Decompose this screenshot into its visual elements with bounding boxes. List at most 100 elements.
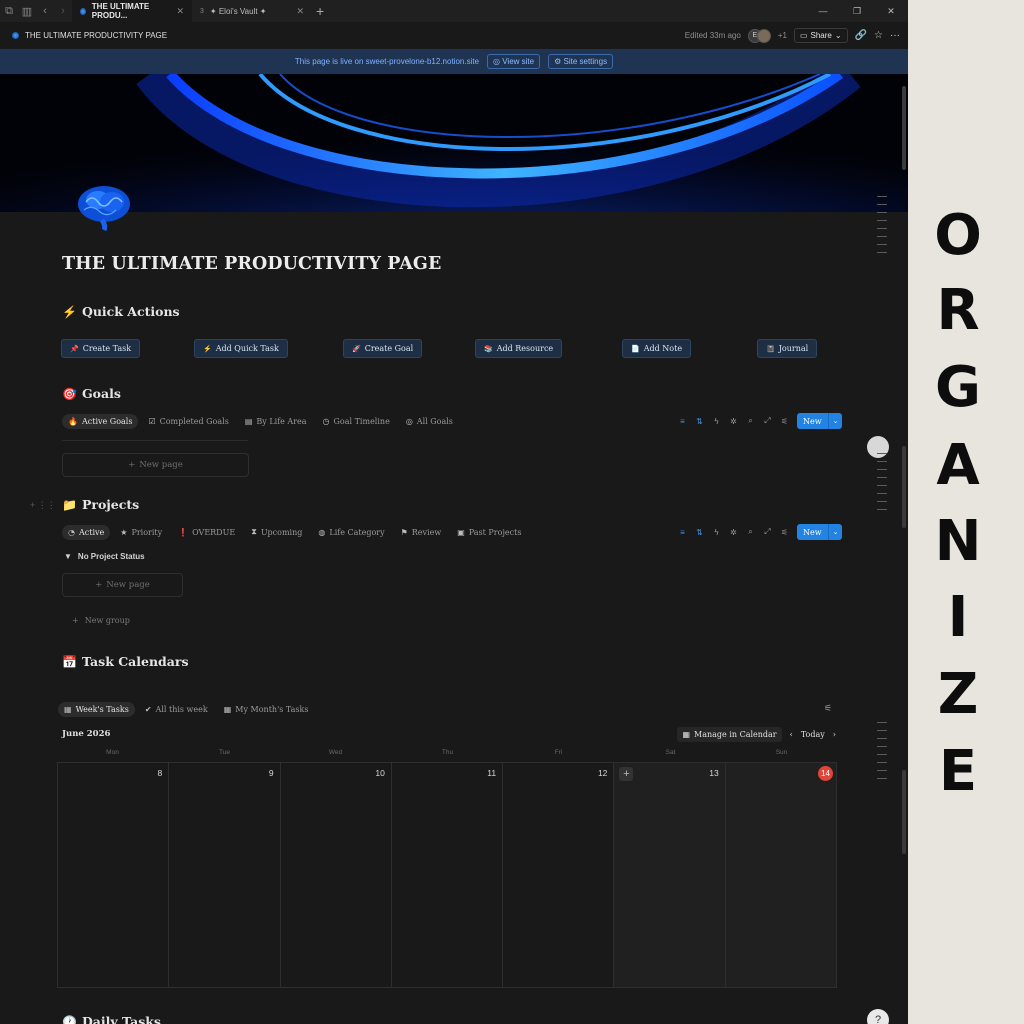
goals-heading[interactable]: 🎯 Goals bbox=[62, 386, 121, 401]
help-icon[interactable]: ? bbox=[867, 1009, 889, 1024]
close-tab-icon[interactable]: ✕ bbox=[296, 6, 304, 17]
ai-icon[interactable]: ✲ bbox=[729, 417, 738, 426]
calendar-day-cell[interactable]: 11 bbox=[392, 763, 504, 987]
collapse-triangle-icon[interactable]: ▼ bbox=[64, 552, 72, 561]
tab-completed-goals[interactable]: ☑ Completed Goals bbox=[142, 414, 234, 429]
daily-tasks-heading[interactable]: 🕐 Daily Tasks bbox=[62, 1014, 161, 1024]
filter-icon[interactable]: ≡ bbox=[678, 528, 687, 537]
manage-in-calendar-button[interactable]: ▦ Manage in Calendar bbox=[677, 726, 782, 742]
settings-icon[interactable]: ⚟ bbox=[780, 528, 789, 537]
projects-heading[interactable]: 📁 Projects bbox=[62, 497, 139, 512]
table-of-contents-marks[interactable] bbox=[877, 196, 887, 260]
expand-icon[interactable]: ⤢ bbox=[763, 527, 772, 537]
tab-review[interactable]: ⚑ Review bbox=[395, 525, 448, 540]
breadcrumb-title: THE ULTIMATE PRODUCTIVITY PAGE bbox=[25, 31, 168, 40]
quick-actions-heading[interactable]: ⚡ Quick Actions bbox=[62, 304, 180, 319]
search-icon[interactable]: ⌕ bbox=[746, 416, 755, 426]
site-settings-button[interactable]: ⚙ Site settings bbox=[548, 54, 614, 69]
tab-goal-timeline[interactable]: ◷ Goal Timeline bbox=[317, 414, 396, 429]
search-icon[interactable]: ⌕ bbox=[746, 527, 755, 537]
add-task-icon[interactable]: + bbox=[619, 767, 634, 781]
add-resource-button[interactable]: 📚 Add Resource bbox=[475, 339, 563, 358]
tab-active-goals[interactable]: 🔥 Active Goals bbox=[62, 413, 139, 429]
add-quick-task-button[interactable]: ⚡ Add Quick Task bbox=[194, 339, 288, 358]
table-of-contents-marks[interactable] bbox=[877, 722, 887, 786]
forward-icon[interactable]: › bbox=[54, 2, 72, 20]
automation-icon[interactable]: ϟ bbox=[712, 528, 721, 537]
new-page-label: New page bbox=[139, 460, 183, 470]
today-button[interactable]: Today bbox=[801, 730, 825, 739]
automation-icon[interactable]: ϟ bbox=[712, 417, 721, 426]
page-cover-image[interactable] bbox=[0, 74, 908, 212]
brain-icon[interactable] bbox=[76, 182, 132, 232]
filter-icon[interactable]: ≡ bbox=[678, 417, 687, 426]
tab-label: By Life Area bbox=[256, 416, 307, 426]
tab-life-category[interactable]: ◍ Life Category bbox=[312, 525, 390, 540]
settings-icon[interactable]: ⚟ bbox=[824, 703, 832, 714]
prev-week-icon[interactable]: ‹ bbox=[790, 730, 793, 739]
more-icon[interactable]: ··· bbox=[890, 30, 900, 41]
view-site-button[interactable]: ◎ View site bbox=[487, 54, 541, 69]
create-task-button[interactable]: 📌 Create Task bbox=[61, 339, 141, 358]
calendar-day-cell[interactable]: 12 bbox=[503, 763, 615, 987]
tab-weeks-tasks[interactable]: ▦ Week's Tasks bbox=[58, 701, 135, 717]
calendar-day-cell[interactable]: + 13 bbox=[614, 763, 726, 987]
day-number: 8 bbox=[157, 768, 163, 778]
new-project-button[interactable]: New ⌄ bbox=[797, 524, 843, 540]
tab-upcoming[interactable]: ⧗ Upcoming bbox=[245, 524, 308, 540]
page-title[interactable]: THE ULTIMATE PRODUCTIVITY PAGE bbox=[62, 254, 441, 274]
star-icon[interactable]: ☆ bbox=[874, 30, 883, 41]
table-of-contents-marks[interactable] bbox=[877, 453, 887, 517]
calendar-day-cell[interactable]: 8 bbox=[58, 763, 170, 987]
breadcrumb[interactable]: THE ULTIMATE PRODUCTIVITY PAGE bbox=[12, 31, 167, 40]
minimize-icon[interactable]: — bbox=[806, 0, 840, 22]
sort-icon[interactable]: ⇅ bbox=[695, 417, 704, 426]
new-group-button[interactable]: + New group bbox=[72, 616, 130, 625]
new-tab-icon[interactable]: + bbox=[316, 3, 324, 19]
drag-handle-icon[interactable]: + ⋮⋮ bbox=[30, 500, 56, 511]
ai-icon[interactable]: ✲ bbox=[729, 528, 738, 537]
new-page-button[interactable]: + New page bbox=[62, 453, 249, 477]
tab-priority[interactable]: ★ Priority bbox=[114, 525, 168, 540]
calendar-day-cell[interactable]: 9 bbox=[169, 763, 281, 987]
task-calendars-heading[interactable]: 📅 Task Calendars bbox=[62, 654, 189, 669]
tab-all-goals[interactable]: ◎ All Goals bbox=[400, 414, 459, 429]
sort-icon[interactable]: ⇅ bbox=[695, 528, 704, 537]
back-icon[interactable]: ‹ bbox=[36, 2, 54, 20]
calendar-day-cell[interactable]: 10 bbox=[281, 763, 392, 987]
collaborator-avatars[interactable]: E bbox=[747, 28, 771, 43]
chevron-down-icon[interactable]: ⌄ bbox=[827, 524, 843, 540]
app-menu-icon[interactable]: ⧉ bbox=[0, 2, 18, 20]
sidebar-toggle-icon[interactable]: ▥ bbox=[18, 2, 36, 20]
tab-my-months-tasks[interactable]: ▦ My Month's Tasks bbox=[218, 702, 315, 717]
new-goal-button[interactable]: New ⌄ bbox=[797, 413, 843, 429]
scrollbar[interactable] bbox=[902, 86, 906, 170]
tab-vault[interactable]: 3 ✦ Eloi's Vault ✦ ✕ bbox=[192, 0, 312, 22]
new-page-button[interactable]: + New page bbox=[62, 573, 183, 597]
tab-all-this-week[interactable]: ✔ All this week bbox=[139, 702, 214, 717]
close-window-icon[interactable]: ✕ bbox=[874, 0, 908, 22]
calendar-view-tabs: ▦ Week's Tasks ✔ All this week ▦ My Month's… bbox=[58, 699, 314, 719]
maximize-icon[interactable]: ❐ bbox=[840, 0, 874, 22]
close-tab-icon[interactable]: ✕ bbox=[176, 6, 184, 17]
calendar-day-cell[interactable]: 14 bbox=[725, 763, 836, 987]
next-week-icon[interactable]: › bbox=[833, 730, 836, 739]
scrollbar[interactable] bbox=[902, 446, 906, 528]
button-label: Journal bbox=[778, 344, 809, 353]
settings-icon[interactable]: ⚟ bbox=[780, 417, 789, 426]
tab-active[interactable]: ◔ Active bbox=[62, 524, 111, 540]
add-note-button[interactable]: 📄 Add Note bbox=[622, 339, 692, 358]
group-header[interactable]: ▼ No Project Status bbox=[64, 552, 145, 561]
tab-past-projects[interactable]: ▣ Past Projects bbox=[451, 525, 527, 540]
tab-by-life-area[interactable]: ▤ By Life Area bbox=[239, 414, 313, 429]
scrollbar[interactable] bbox=[902, 770, 906, 854]
projects-view-tabs: ◔ Active ★ Priority ❗ OVERDUE ⧗ Upcoming ◍ Li… bbox=[62, 522, 527, 542]
tab-productivity-page[interactable]: THE ULTIMATE PRODU... ✕ bbox=[72, 0, 192, 22]
share-button[interactable]: ▭ Share ⌄ bbox=[793, 28, 848, 43]
chevron-down-icon[interactable]: ⌄ bbox=[827, 413, 843, 429]
journal-button[interactable]: 📓 Journal bbox=[757, 339, 818, 358]
expand-icon[interactable]: ⤢ bbox=[763, 416, 772, 426]
link-icon[interactable]: 🔗 bbox=[855, 30, 867, 41]
tab-overdue[interactable]: ❗ OVERDUE bbox=[172, 525, 241, 540]
create-goal-button[interactable]: 🚀 Create Goal bbox=[343, 339, 423, 358]
